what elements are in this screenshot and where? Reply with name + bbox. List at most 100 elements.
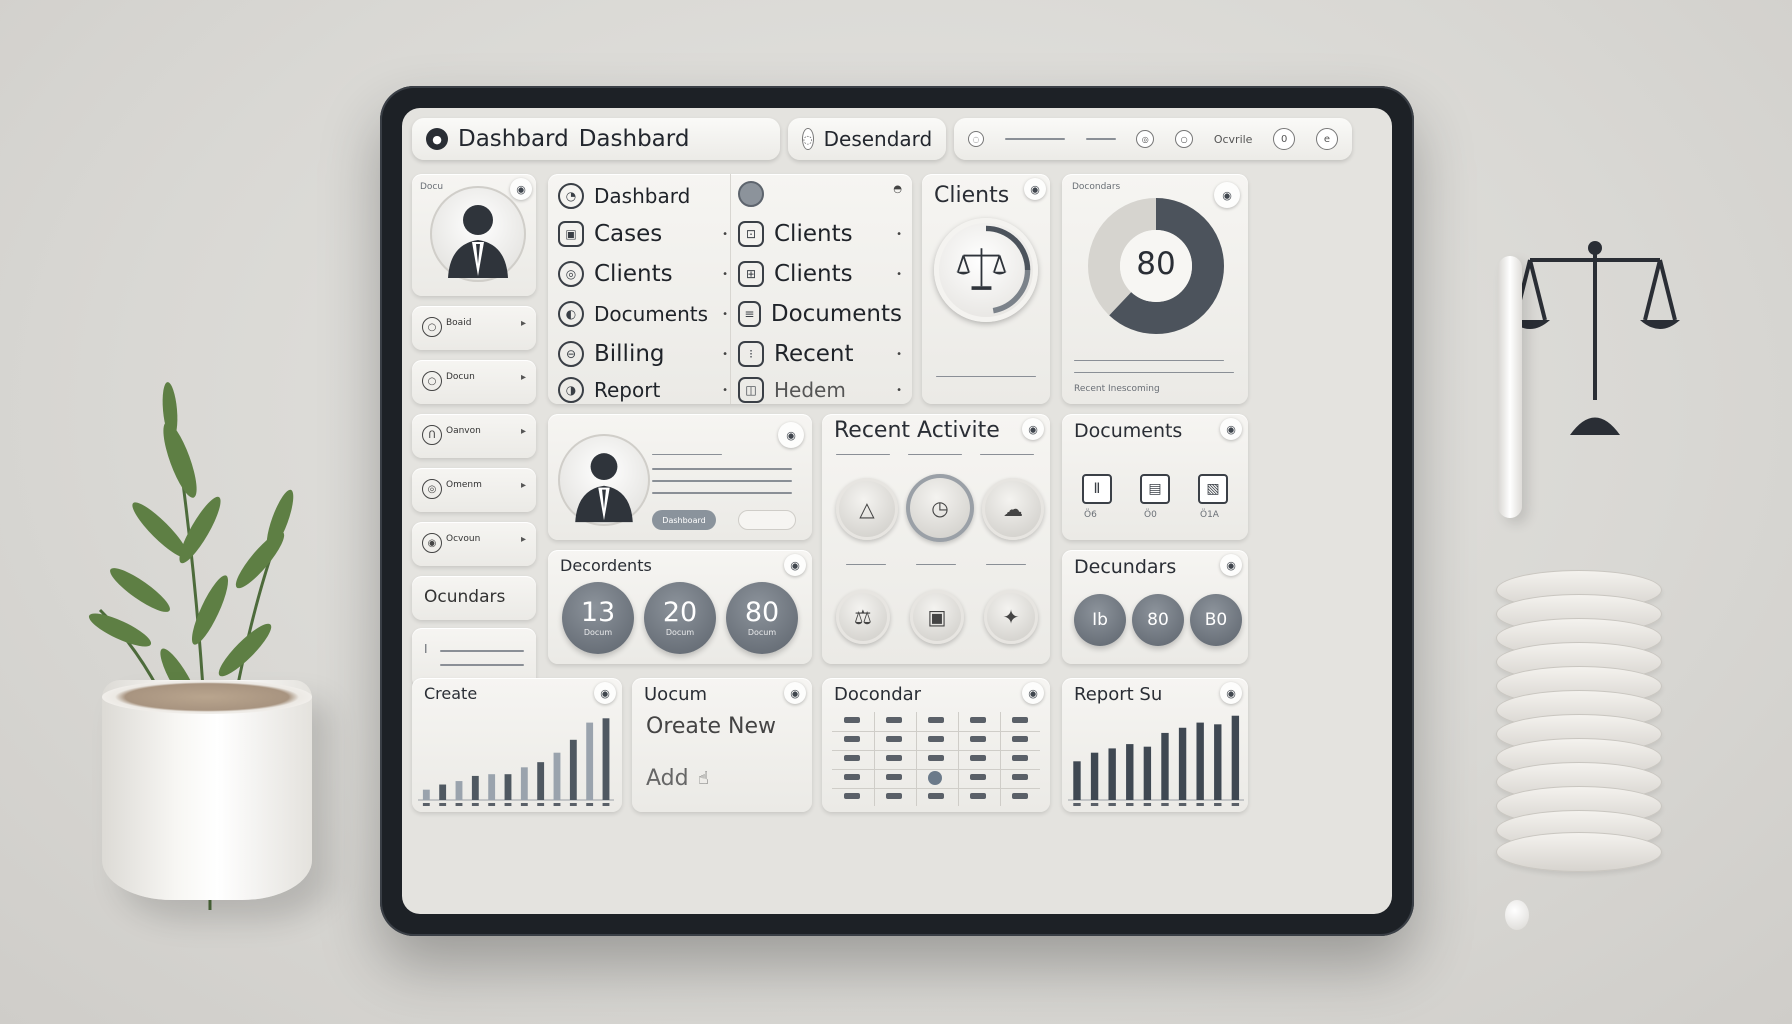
menu-item-clients[interactable]: ◎ Clients • [558, 254, 728, 294]
menu-item-documents-2[interactable]: ≡ Documents [738, 294, 902, 334]
sidebar-item-ocvoun[interactable]: ◉ Ocvoun ▸ [412, 522, 536, 566]
document-icon[interactable]: ▧ [1198, 474, 1228, 504]
chart-tick-label [1196, 803, 1204, 806]
create-new-card[interactable]: Uocum ◉ Oreate New Add ☝ [632, 678, 812, 812]
calendar-day[interactable] [970, 717, 986, 723]
calendar-day[interactable] [844, 774, 860, 780]
menu-item-recent[interactable]: ⁝ Recent • [738, 334, 902, 374]
recent-activity-menu-icon[interactable]: ◉ [1022, 418, 1044, 440]
profile-secondary-button[interactable] [738, 510, 796, 530]
calendar-day[interactable] [970, 755, 986, 761]
sidebar-icon: ◎ [422, 479, 442, 499]
calendar-day[interactable] [1012, 755, 1028, 761]
calendar-day[interactable] [1012, 774, 1028, 780]
calendar-selected-day[interactable] [928, 771, 942, 785]
donut-card-title: Docondars [1072, 182, 1121, 192]
activity-document-icon[interactable]: ▣ [910, 590, 964, 644]
decordents-menu-icon[interactable]: ◉ [784, 554, 806, 576]
decundars-menu-icon[interactable]: ◉ [1220, 554, 1242, 576]
calendar-day[interactable] [844, 736, 860, 742]
activity-tag-icon[interactable]: ✦ [984, 590, 1038, 644]
create-menu-icon[interactable]: ◉ [594, 682, 616, 704]
add-button[interactable]: Add [646, 766, 689, 791]
activity-tent-icon[interactable]: △ [836, 478, 898, 540]
calendar-day[interactable] [970, 774, 986, 780]
calendar-day[interactable] [1012, 717, 1028, 723]
documents-card[interactable]: Documents ◉ Ⅱ ▤ ▧ Ö6 Ö0 Ö1A [1062, 414, 1248, 540]
settings-icon[interactable]: ◎ [1136, 130, 1155, 148]
menu-item-clients-2[interactable]: ⊡ Clients • [738, 214, 902, 254]
calendar-day[interactable] [1012, 736, 1028, 742]
clients-card[interactable]: Clients ◉ [922, 174, 1050, 404]
report-summary-card[interactable]: Report Su ◉ [1062, 678, 1248, 812]
document-icon[interactable]: Ⅱ [1082, 474, 1112, 504]
menu-item-hedem[interactable]: ◫ Hedem • [738, 370, 902, 404]
stat-circle[interactable]: 80 Docum [726, 582, 798, 654]
calendar-day[interactable] [886, 717, 902, 723]
sidebar-item-boaid[interactable]: ○ Boaid ▸ [412, 306, 536, 350]
notification-icon[interactable]: ○ [1175, 130, 1194, 148]
create-new-subtitle[interactable]: Oreate New [646, 714, 776, 739]
calendar-day[interactable] [886, 774, 902, 780]
docondars-card[interactable]: Docondars ◉ 80 Recent Inescoming [1062, 174, 1248, 404]
menu-item-dashbard[interactable]: ◔ Dashbard [558, 176, 728, 216]
calendar-day[interactable] [1012, 793, 1028, 799]
menu-item-search[interactable]: ◓ [738, 174, 902, 214]
report-menu-icon[interactable]: ◉ [1220, 682, 1242, 704]
menu-item-billing[interactable]: ⊖ Billing • [558, 334, 728, 374]
menu-icon[interactable]: e [1315, 128, 1338, 150]
profile-card[interactable]: Docu ◉ [412, 174, 536, 296]
recent-activity-card[interactable]: Recent Activite ◉ △ ◷ ☁ ⚖ ▣ ✦ [822, 414, 1050, 664]
avatar [558, 434, 650, 526]
calendar-day[interactable] [928, 793, 944, 799]
calendar-day[interactable] [970, 793, 986, 799]
calendar-day[interactable] [886, 736, 902, 742]
calendar-day[interactable] [844, 755, 860, 761]
documents-menu-icon[interactable]: ◉ [1220, 418, 1242, 440]
calendar-day[interactable] [928, 717, 944, 723]
calendar-day[interactable] [844, 717, 860, 723]
decordents-card[interactable]: Decordents ◉ 13 Docum 20 Docum 80 Docum [548, 550, 812, 664]
stat-circle[interactable]: 13 Docum [562, 582, 634, 654]
clients-menu-icon[interactable]: ◉ [1024, 178, 1046, 200]
stat-circle[interactable]: B0 [1190, 594, 1242, 646]
menu-item-cases[interactable]: ▣ Cases • [558, 214, 728, 254]
stat-circle[interactable]: Ib [1074, 594, 1126, 646]
calendar-day[interactable] [928, 736, 944, 742]
calendar-day[interactable] [970, 736, 986, 742]
user-icon[interactable]: 0 [1273, 128, 1296, 150]
create-chart-card[interactable]: Create ◉ [412, 678, 622, 812]
menu-item-clients-3[interactable]: ⊞ Clients • [738, 254, 902, 294]
calendar-day[interactable] [844, 793, 860, 799]
tab-desendard[interactable]: ◌ Desendard [788, 118, 946, 160]
menu-item-report[interactable]: ◑ Report • [558, 370, 728, 404]
recent-icon: ⁝ [738, 341, 764, 367]
profile-detail-menu-icon[interactable]: ◉ [778, 422, 804, 448]
overview-label[interactable]: Ocvrile [1214, 133, 1253, 146]
sidebar-item-ocundars[interactable]: Ocundars [412, 576, 536, 620]
profile-detail-card[interactable]: ◉ Dashboard [548, 414, 812, 540]
calendar-menu-icon[interactable]: ◉ [1022, 682, 1044, 704]
calendar-card[interactable]: Docondar ◉ [822, 678, 1050, 812]
sidebar-item-docun[interactable]: ○ Docun ▸ [412, 360, 536, 404]
sidebar-icon: ○ [422, 317, 442, 337]
stat-circle[interactable]: 80 [1132, 594, 1184, 646]
calendar-day[interactable] [886, 755, 902, 761]
decundars-card[interactable]: Decundars ◉ Ib 80 B0 [1062, 550, 1248, 664]
sidebar-item-oanvon[interactable]: ᑎ Oanvon ▸ [412, 414, 536, 458]
activity-chat-icon[interactable]: ☁ [982, 478, 1044, 540]
scales-icon [956, 225, 1031, 314]
calendar-day[interactable] [928, 755, 944, 761]
dashboard-tab[interactable]: ● Dashbard Dashbard [412, 118, 780, 160]
sidebar-item-omenm[interactable]: ◎ Omenm ▸ [412, 468, 536, 512]
activity-stamp-icon[interactable]: ⚖ [836, 590, 890, 644]
menu-item-documents[interactable]: ◐ Documents • [558, 294, 728, 334]
chevron-icon: ◓ [893, 184, 902, 195]
profile-primary-button[interactable]: Dashboard [652, 510, 716, 530]
stat-circle[interactable]: 20 Docum [644, 582, 716, 654]
toolbar-icon[interactable]: ◌ [968, 131, 984, 147]
calendar-day[interactable] [886, 793, 902, 799]
activity-clock-icon[interactable]: ◷ [906, 474, 974, 542]
create-new-menu-icon[interactable]: ◉ [784, 682, 806, 704]
document-icon[interactable]: ▤ [1140, 474, 1170, 504]
